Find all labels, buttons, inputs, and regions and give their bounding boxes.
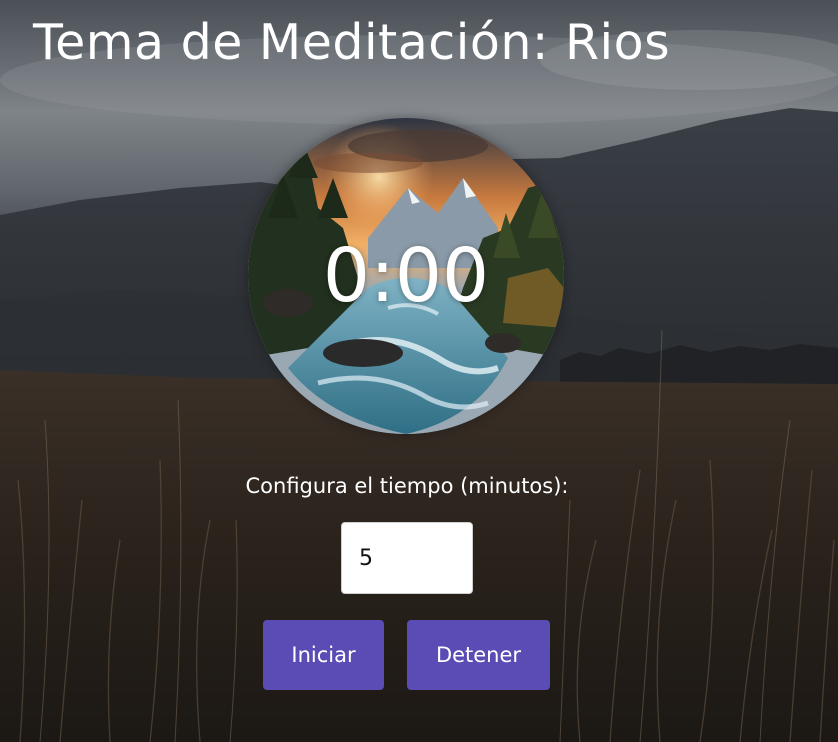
page-title: Tema de Meditación: Rios (33, 14, 671, 71)
start-button[interactable]: Iniciar (263, 620, 384, 690)
timer-display-circle: 0:00 (248, 118, 564, 434)
minutes-input[interactable] (341, 522, 473, 594)
time-config-label: Configura el tiempo (minutos): (245, 474, 569, 498)
timer-countdown: 0:00 (322, 233, 490, 319)
stop-button[interactable]: Detener (407, 620, 550, 690)
